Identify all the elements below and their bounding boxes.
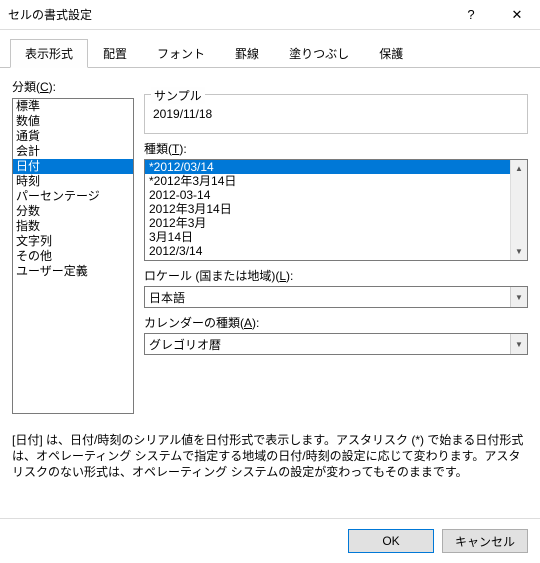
type-item[interactable]: 2012/3/14 <box>145 244 510 258</box>
category-item[interactable]: 時刻 <box>13 174 133 189</box>
type-listbox[interactable]: *2012/03/14*2012年3月14日2012-03-142012年3月1… <box>144 159 528 261</box>
category-item[interactable]: 数値 <box>13 114 133 129</box>
cancel-button[interactable]: キャンセル <box>442 529 528 553</box>
dialog-footer: OK キャンセル <box>0 518 540 563</box>
type-item[interactable]: *2012/03/14 <box>145 160 510 174</box>
chevron-down-icon[interactable]: ▼ <box>510 334 527 354</box>
calendar-combobox[interactable]: グレゴリオ暦 ▼ <box>144 333 528 355</box>
category-item[interactable]: 日付 <box>13 159 133 174</box>
locale-label: ロケール (国または地域)(L): <box>144 267 528 284</box>
close-icon: ✕ <box>512 7 523 23</box>
titlebar: セルの書式設定 ? ✕ <box>0 0 540 30</box>
window-title: セルの書式設定 <box>8 6 448 23</box>
tab-border[interactable]: 罫線 <box>220 39 274 68</box>
help-button[interactable]: ? <box>448 0 494 30</box>
category-item[interactable]: ユーザー定義 <box>13 264 133 279</box>
category-item[interactable]: 会計 <box>13 144 133 159</box>
locale-value: 日本語 <box>145 289 510 306</box>
ok-button[interactable]: OK <box>348 529 434 553</box>
format-description: [日付] は、日付/時刻のシリアル値を日付形式で表示します。アスタリスク (*)… <box>12 432 528 481</box>
tab-format[interactable]: 表示形式 <box>10 39 88 68</box>
category-item[interactable]: パーセンテージ <box>13 189 133 204</box>
tab-fill[interactable]: 塗りつぶし <box>274 39 364 68</box>
locale-combobox[interactable]: 日本語 ▼ <box>144 286 528 308</box>
type-item[interactable]: 2012年3月 <box>145 216 510 230</box>
calendar-value: グレゴリオ暦 <box>145 336 510 353</box>
chevron-down-icon[interactable]: ▼ <box>510 287 527 307</box>
sample-label: サンプル <box>151 87 205 104</box>
tab-strip: 表示形式 配置 フォント 罫線 塗りつぶし 保護 <box>0 30 540 68</box>
type-scrollbar[interactable]: ▲ ▼ <box>510 160 527 260</box>
type-item[interactable]: *2012年3月14日 <box>145 174 510 188</box>
scroll-down-icon[interactable]: ▼ <box>511 243 527 260</box>
close-button[interactable]: ✕ <box>494 0 540 30</box>
category-item[interactable]: 指数 <box>13 219 133 234</box>
scroll-up-icon[interactable]: ▲ <box>511 160 527 177</box>
category-item[interactable]: 分数 <box>13 204 133 219</box>
calendar-label: カレンダーの種類(A): <box>144 314 528 331</box>
sample-value: 2019/11/18 <box>153 107 519 121</box>
tab-alignment[interactable]: 配置 <box>88 39 142 68</box>
content-area: 分類(C): 標準数値通貨会計日付時刻パーセンテージ分数指数文字列その他ユーザー… <box>0 68 540 418</box>
category-item[interactable]: その他 <box>13 249 133 264</box>
type-item[interactable]: 3月14日 <box>145 230 510 244</box>
type-label: 種類(T): <box>144 140 528 157</box>
category-item[interactable]: 文字列 <box>13 234 133 249</box>
tab-protection[interactable]: 保護 <box>364 39 418 68</box>
category-listbox[interactable]: 標準数値通貨会計日付時刻パーセンテージ分数指数文字列その他ユーザー定義 <box>12 98 134 414</box>
category-label: 分類(C): <box>12 78 134 95</box>
sample-group: サンプル 2019/11/18 <box>144 94 528 134</box>
category-item[interactable]: 通貨 <box>13 129 133 144</box>
category-item[interactable]: 標準 <box>13 99 133 114</box>
type-item[interactable]: 2012-03-14 <box>145 188 510 202</box>
type-item[interactable]: 2012年3月14日 <box>145 202 510 216</box>
tab-font[interactable]: フォント <box>142 39 220 68</box>
